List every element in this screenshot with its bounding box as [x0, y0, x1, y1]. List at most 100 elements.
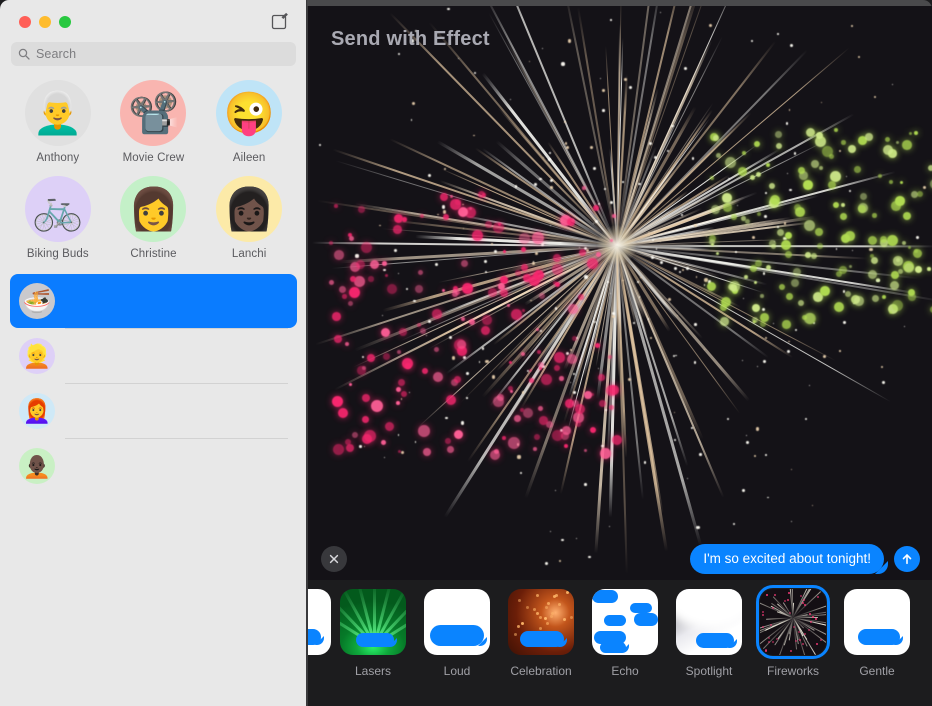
- pink-spark: [364, 430, 376, 442]
- firework-spark: [784, 600, 787, 603]
- pink-spark: [590, 427, 597, 434]
- pink-spark: [422, 368, 428, 374]
- pink-sparks-cluster: [327, 186, 623, 461]
- confetti-dot: [536, 612, 539, 615]
- conversation-row[interactable]: 👱: [10, 329, 297, 383]
- green-spark: [795, 207, 805, 217]
- pink-spark: [445, 438, 451, 444]
- pink-spark: [332, 396, 344, 408]
- firework-spark: [519, 471, 522, 474]
- effect-option-lasers[interactable]: Lasers: [331, 589, 415, 678]
- pink-spark: [539, 367, 542, 370]
- firework-spark: [563, 120, 567, 123]
- message-bubble[interactable]: I'm so excited about tonight!: [690, 544, 884, 574]
- effect-option-loud[interactable]: Loud: [415, 589, 499, 678]
- firework-spark: [427, 174, 431, 178]
- green-spark: [892, 300, 903, 311]
- thumb-bubble: [520, 631, 564, 647]
- search-input[interactable]: Search: [11, 42, 296, 66]
- pink-spark: [447, 446, 454, 453]
- green-spark: [854, 166, 861, 173]
- effect-option-fireworks[interactable]: Fireworks: [751, 585, 835, 678]
- effect-thumbnail[interactable]: [307, 589, 331, 655]
- firework-spark: [675, 354, 677, 357]
- effect-thumbnail[interactable]: [756, 585, 830, 659]
- firework-spark: [767, 496, 769, 499]
- pink-spark: [533, 447, 537, 451]
- conversation-body: [65, 392, 288, 429]
- green-spark: [868, 236, 877, 245]
- firework-spark: [764, 336, 767, 339]
- title-bar: [0, 0, 307, 42]
- pinned-conversation[interactable]: 📽️ Movie Crew: [106, 80, 202, 164]
- zoom-window-button[interactable]: [59, 16, 71, 28]
- confetti-dot: [518, 599, 521, 602]
- pink-spark: [478, 191, 485, 198]
- firework-spark: [566, 146, 569, 149]
- conversation-row[interactable]: 🧑🏿‍🦲: [10, 439, 297, 493]
- firework-spark: [857, 56, 861, 59]
- avatar: 👩: [120, 176, 187, 242]
- close-effect-button[interactable]: [321, 546, 347, 572]
- firework-spark: [768, 641, 771, 644]
- effect-option-spotlight[interactable]: Spotlight: [667, 589, 751, 678]
- firework-spark: [599, 77, 601, 80]
- pinned-conversation-label: Christine: [130, 248, 177, 260]
- send-message-button[interactable]: [894, 546, 920, 572]
- effect-thumbnail[interactable]: [676, 589, 742, 655]
- green-spark: [876, 278, 881, 283]
- firework-spark: [648, 231, 650, 233]
- pink-spark: [334, 204, 338, 208]
- firework-spark: [650, 336, 653, 339]
- pink-spark: [332, 312, 341, 321]
- conversation-body: [65, 337, 288, 374]
- pink-spark: [423, 448, 431, 456]
- effect-option-celebration[interactable]: Celebration: [499, 589, 583, 678]
- conversation-row[interactable]: 👩‍🦰: [10, 384, 297, 438]
- effect-option-gentle[interactable]: Gentle: [835, 589, 919, 678]
- minimize-window-button[interactable]: [39, 16, 51, 28]
- pink-spark: [453, 289, 457, 293]
- green-spark: [878, 174, 882, 178]
- pink-spark: [457, 340, 466, 349]
- effect-thumbnail[interactable]: [508, 589, 574, 655]
- green-spark: [744, 275, 749, 280]
- pinned-conversation[interactable]: 👩 Christine: [106, 176, 202, 260]
- pink-spark: [385, 422, 395, 432]
- firework-spark: [687, 477, 689, 479]
- pink-spark: [538, 406, 543, 411]
- green-spark: [872, 295, 880, 303]
- pink-spark: [503, 250, 506, 253]
- pink-spark: [514, 415, 521, 422]
- green-spark: [915, 266, 922, 273]
- pink-spark: [509, 361, 513, 365]
- pink-spark: [329, 280, 334, 285]
- effects-carousel[interactable]: Lasers Loud Celebration Echo Spotlight Firewo…: [307, 580, 932, 706]
- effect-thumbnail[interactable]: [424, 589, 490, 655]
- effect-thumbnail[interactable]: [340, 589, 406, 655]
- firework-spark: [820, 101, 822, 103]
- thumb-bubble: [307, 629, 321, 645]
- firework-spark: [542, 156, 544, 158]
- pinned-conversation[interactable]: 👩🏿 Lanchi: [201, 176, 297, 260]
- confetti-dot: [517, 625, 520, 628]
- green-spark: [777, 229, 785, 237]
- effect-thumbnail[interactable]: [592, 589, 658, 655]
- pinned-conversation[interactable]: 🚲 Biking Buds: [10, 176, 106, 260]
- effect-thumbnail[interactable]: [844, 589, 910, 655]
- effect-option-echo[interactable]: Echo: [583, 589, 667, 678]
- pink-spark: [381, 328, 391, 338]
- firework-spark: [671, 125, 674, 128]
- effect-option-partial[interactable]: [307, 589, 331, 655]
- pinned-conversation[interactable]: 😜 Aileen: [201, 80, 297, 164]
- pink-spark: [346, 444, 355, 453]
- pinned-conversation[interactable]: 👨‍🦳 Anthony: [10, 80, 106, 164]
- firework-spark: [584, 483, 587, 486]
- firework-spark: [384, 456, 386, 458]
- compose-new-message-button[interactable]: [269, 10, 291, 32]
- pink-spark: [342, 294, 347, 299]
- close-window-button[interactable]: [19, 16, 31, 28]
- avatar: 👩‍🦰: [19, 393, 55, 429]
- conversation-row[interactable]: 🍜: [10, 274, 297, 328]
- firework-spark: [564, 142, 568, 145]
